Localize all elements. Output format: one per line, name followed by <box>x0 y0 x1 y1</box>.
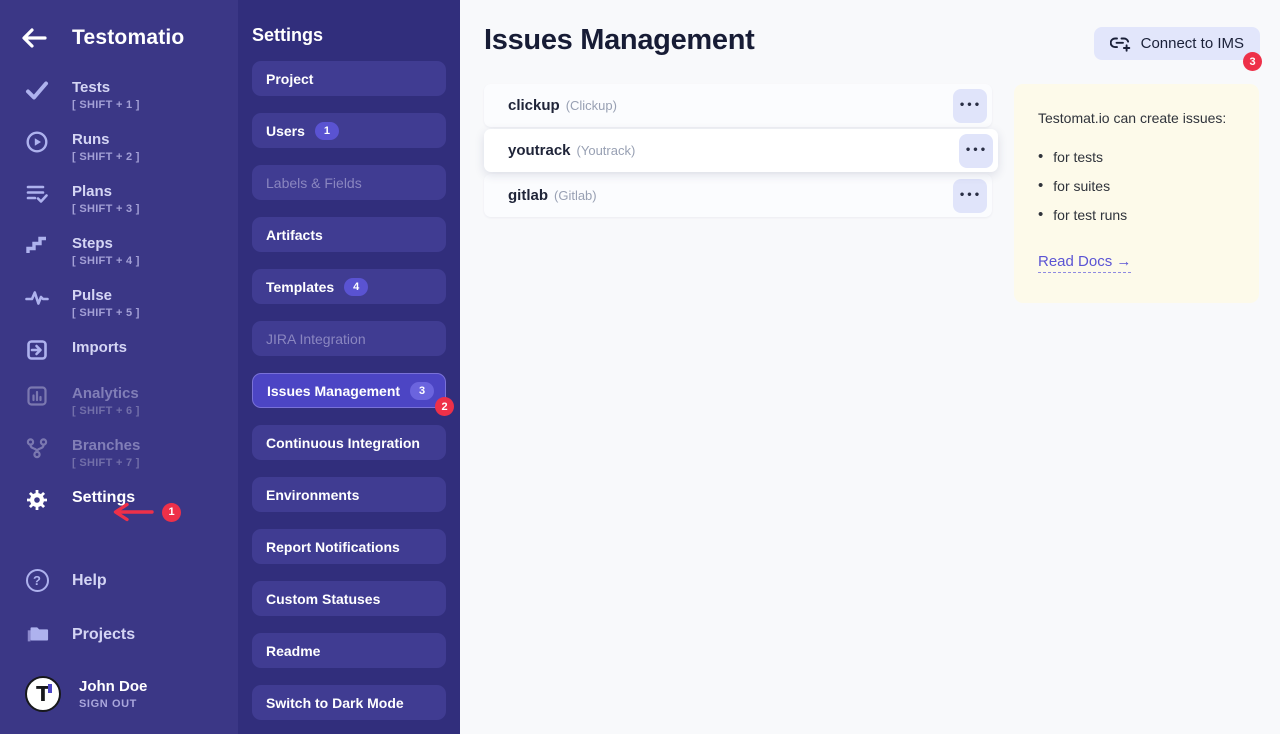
link-plus-icon <box>1110 36 1131 52</box>
shortcut-hint: [ SHIFT + 4 ] <box>72 255 140 267</box>
sidebar-item-label: Branches <box>72 436 140 455</box>
user-name: John Doe <box>79 678 147 695</box>
sidebar-item-label: Analytics <box>72 384 140 403</box>
annotation-badge-3: 3 <box>1243 52 1262 71</box>
users-count-badge: 1 <box>315 122 339 140</box>
check-icon <box>25 78 49 102</box>
sidebar-item-label: Help <box>72 571 107 590</box>
connect-to-ims-button[interactable]: Connect to IMS 3 <box>1094 27 1260 60</box>
sidebar-footer: ? Help Projects T John Doe SIGN OUT <box>0 568 238 734</box>
settings-item-readme[interactable]: Readme <box>252 633 446 668</box>
settings-item-templates[interactable]: Templates 4 <box>252 269 446 304</box>
sidebar-item-plans[interactable]: Plans [ SHIFT + 3 ] <box>25 182 238 216</box>
settings-item-report-notifications[interactable]: Report Notifications <box>252 529 446 564</box>
sidebar-item-projects[interactable]: Projects <box>25 622 238 646</box>
ellipsis-icon: ••• <box>965 145 987 156</box>
stairs-icon <box>25 234 49 258</box>
row-menu-button[interactable]: ••• <box>959 134 993 168</box>
issues-content: clickup (Clickup) ••• youtrack (Youtrack… <box>484 84 1260 303</box>
sidebar-item-tests[interactable]: Tests [ SHIFT + 1 ] <box>25 78 238 112</box>
bar-chart-icon <box>25 384 49 408</box>
sign-out-link[interactable]: SIGN OUT <box>79 698 147 710</box>
settings-item-issues-management[interactable]: Issues Management 3 2 <box>252 373 446 408</box>
sidebar-item-pulse[interactable]: Pulse [ SHIFT + 5 ] <box>25 286 238 320</box>
settings-item-custom-statuses[interactable]: Custom Statuses <box>252 581 446 616</box>
settings-item-artifacts[interactable]: Artifacts <box>252 217 446 252</box>
primary-sidebar: Testomatio Tests [ SHIFT + 1 ] Runs [ SH… <box>0 0 238 734</box>
shortcut-hint: [ SHIFT + 1 ] <box>72 99 140 111</box>
user-menu[interactable]: T John Doe SIGN OUT <box>25 676 238 712</box>
issue-row-youtrack[interactable]: youtrack (Youtrack) ••• <box>484 129 998 172</box>
settings-panel: Settings Project Users 1 Labels & Fields… <box>238 0 460 734</box>
app-window: Testomatio Tests [ SHIFT + 1 ] Runs [ SH… <box>0 0 1280 734</box>
shortcut-hint: [ SHIFT + 7 ] <box>72 457 140 469</box>
shortcut-hint: [ SHIFT + 5 ] <box>72 307 140 319</box>
read-docs-link[interactable]: Read Docs → <box>1038 253 1131 273</box>
app-logo[interactable]: Testomatio <box>72 26 184 50</box>
sidebar-item-label: Plans <box>72 182 140 201</box>
info-bullet: for test runs <box>1038 206 1235 223</box>
issues-list: clickup (Clickup) ••• youtrack (Youtrack… <box>484 84 992 219</box>
info-panel: Testomat.io can create issues: for tests… <box>1014 84 1259 303</box>
settings-panel-heading: Settings <box>252 25 446 46</box>
sidebar-item-runs[interactable]: Runs [ SHIFT + 2 ] <box>25 130 238 164</box>
issue-row-clickup[interactable]: clickup (Clickup) ••• <box>484 84 992 127</box>
play-circle-icon <box>25 130 49 154</box>
ellipsis-icon: ••• <box>959 100 981 111</box>
issue-row-gitlab[interactable]: gitlab (Gitlab) ••• <box>484 174 992 217</box>
annotation-step-1: 1 <box>108 501 181 523</box>
settings-item-environments[interactable]: Environments <box>252 477 446 512</box>
sidebar-item-label: Steps <box>72 234 140 253</box>
info-bullet-list: for tests for suites for test runs <box>1038 148 1235 223</box>
user-avatar: T <box>25 676 61 712</box>
sidebar-item-imports[interactable]: Imports <box>25 338 238 362</box>
sidebar-item-label: Imports <box>72 338 127 357</box>
settings-item-project[interactable]: Project <box>252 61 446 96</box>
red-arrow-icon <box>108 501 160 523</box>
list-check-icon <box>25 182 49 206</box>
settings-item-jira-integration[interactable]: JIRA Integration <box>252 321 446 356</box>
branch-icon <box>25 436 49 460</box>
templates-count-badge: 4 <box>344 278 368 296</box>
info-bullet: for tests <box>1038 148 1235 165</box>
sidebar-item-steps[interactable]: Steps [ SHIFT + 4 ] <box>25 234 238 268</box>
main-header: Issues Management Connect to IMS 3 <box>484 24 1260 60</box>
settings-item-continuous-integration[interactable]: Continuous Integration <box>252 425 446 460</box>
gear-icon <box>25 488 49 512</box>
main-content: Issues Management Connect to IMS 3 click… <box>460 0 1280 734</box>
sidebar-item-label: Tests <box>72 78 140 97</box>
annotation-badge-1: 1 <box>162 503 181 522</box>
help-icon: ? <box>25 568 49 592</box>
settings-item-users[interactable]: Users 1 <box>252 113 446 148</box>
ellipsis-icon: ••• <box>959 190 981 201</box>
shortcut-hint: [ SHIFT + 3 ] <box>72 203 140 215</box>
row-menu-button[interactable]: ••• <box>953 179 987 213</box>
row-menu-button[interactable]: ••• <box>953 89 987 123</box>
sidebar-item-label: Projects <box>72 625 135 644</box>
page-title: Issues Management <box>484 24 755 57</box>
sidebar-item-label: Pulse <box>72 286 140 305</box>
settings-item-dark-mode-toggle[interactable]: Switch to Dark Mode <box>252 685 446 720</box>
folder-icon <box>25 622 49 646</box>
info-bullet: for suites <box>1038 177 1235 194</box>
sidebar-item-branches[interactable]: Branches [ SHIFT + 7 ] <box>25 436 238 470</box>
primary-nav: Tests [ SHIFT + 1 ] Runs [ SHIFT + 2 ] <box>0 78 238 530</box>
settings-item-labels-fields[interactable]: Labels & Fields <box>252 165 446 200</box>
shortcut-hint: [ SHIFT + 2 ] <box>72 151 140 163</box>
sidebar-item-label: Runs <box>72 130 140 149</box>
avatar-logo-tick <box>48 684 52 693</box>
sidebar-item-analytics[interactable]: Analytics [ SHIFT + 6 ] <box>25 384 238 418</box>
pulse-icon <box>25 286 49 310</box>
logo-row: Testomatio <box>0 0 238 52</box>
shortcut-hint: [ SHIFT + 6 ] <box>72 405 140 417</box>
annotation-badge-2: 2 <box>435 397 454 416</box>
back-icon[interactable] <box>20 24 48 52</box>
import-icon <box>25 338 49 362</box>
issues-count-badge: 3 <box>410 382 434 400</box>
sidebar-item-help[interactable]: ? Help <box>25 568 238 592</box>
info-panel-title: Testomat.io can create issues: <box>1038 110 1235 126</box>
